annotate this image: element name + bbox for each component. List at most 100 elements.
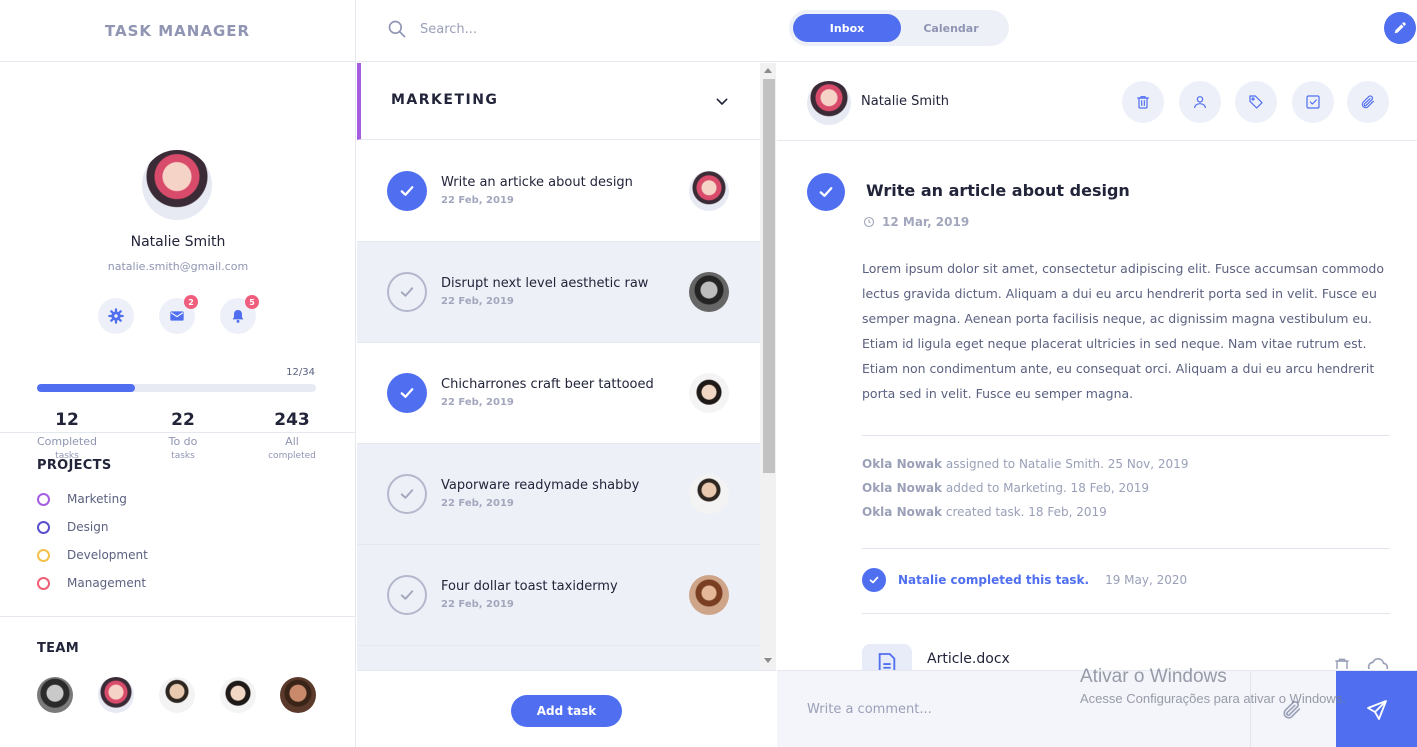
assign-user-button[interactable] (1179, 81, 1221, 123)
task-date: 22 Feb, 2019 (441, 195, 514, 206)
team-title: TEAM (37, 641, 79, 656)
task-row[interactable]: Write an articke about design 22 Feb, 20… (357, 141, 760, 242)
completed-date: 19 May, 2020 (1105, 573, 1188, 587)
task-assignee-avatar (689, 171, 729, 211)
trash-icon (1335, 658, 1349, 669)
task-list-scrollbar[interactable] (760, 63, 776, 670)
check-icon (869, 576, 879, 584)
scroll-up-arrow[interactable] (764, 68, 772, 73)
detail-owner-avatar (807, 81, 851, 125)
profile-card: Natalie Smith natalie.smith@gmail.com 2 (0, 62, 355, 461)
search-icon (388, 20, 406, 38)
stat-value: 22 (171, 410, 195, 430)
task-date: 22 Feb, 2019 (441, 599, 514, 610)
checkbox-icon (1306, 95, 1320, 109)
team-avatar[interactable] (159, 677, 195, 713)
project-color-ring (37, 492, 50, 506)
chevron-down-icon[interactable] (714, 94, 730, 110)
team-avatar[interactable] (220, 677, 256, 713)
cloud-download-icon (1367, 657, 1389, 669)
task-title: Vaporware readymade shabby (441, 478, 640, 493)
project-item-design[interactable]: Design (37, 518, 108, 536)
project-label: Development (67, 548, 148, 562)
app-title: TASK MANAGER (0, 0, 355, 62)
project-item-management[interactable]: Management (37, 574, 146, 592)
detail-owner-name: Natalie Smith (861, 94, 949, 109)
gear-icon (108, 308, 124, 324)
search-input[interactable] (420, 17, 720, 41)
messages-button[interactable]: 2 (159, 295, 198, 334)
comment-attach-button[interactable] (1277, 695, 1307, 725)
add-task-button[interactable]: Add task (511, 695, 622, 727)
tag-icon (1249, 95, 1263, 109)
new-task-button[interactable] (1384, 12, 1416, 44)
task-title: Disrupt next level aesthetic raw (441, 276, 649, 291)
task-row[interactable]: Disrupt next level aesthetic raw 22 Feb,… (357, 242, 760, 343)
task-assignee-avatar (689, 474, 729, 514)
scroll-thumb[interactable] (763, 79, 775, 473)
project-label: Design (67, 520, 109, 534)
pencil-icon (1394, 22, 1406, 34)
task-check-button[interactable] (387, 575, 427, 615)
activity-actor: Okla Nowak (862, 481, 943, 495)
activity-item: Okla Nowak added to Marketing. 18 Feb, 2… (862, 476, 1188, 500)
task-row[interactable]: Vaporware readymade shabby 22 Feb, 2019 (357, 444, 760, 545)
project-color-ring (37, 576, 50, 590)
project-item-development[interactable]: Development (37, 546, 148, 564)
notifications-button[interactable]: 5 (220, 295, 259, 334)
check-icon (400, 287, 414, 297)
task-check-button[interactable] (387, 272, 427, 312)
activity-text: created task. 18 Feb, 2019 (945, 505, 1107, 519)
send-comment-button[interactable] (1336, 671, 1417, 747)
task-check-button[interactable] (387, 171, 427, 211)
project-label: Management (67, 576, 147, 590)
profile-avatar[interactable] (142, 150, 212, 220)
project-title: MARKETING (391, 92, 499, 108)
paperclip-icon (1283, 700, 1301, 719)
task-check-button[interactable] (387, 373, 427, 413)
mark-complete-button[interactable] (1292, 81, 1334, 123)
comment-bar (777, 670, 1417, 747)
task-row[interactable]: Chicharrones craft beer tattooed 22 Feb,… (357, 343, 760, 444)
task-row[interactable]: Four dollar toast taxidermy 22 Feb, 2019 (357, 545, 760, 646)
task-check-button[interactable] (387, 474, 427, 514)
divider (862, 613, 1390, 614)
tab-inbox[interactable]: Inbox (793, 14, 901, 42)
team-avatar[interactable] (98, 677, 134, 713)
document-icon (878, 653, 896, 670)
team-avatar[interactable] (37, 677, 73, 713)
task-list-footer: Add task (357, 670, 776, 747)
settings-button[interactable] (98, 298, 134, 334)
project-header[interactable]: MARKETING (357, 63, 760, 140)
activity-item: Okla Nowak created task. 18 Feb, 2019 (862, 500, 1188, 524)
bell-icon (232, 310, 244, 323)
detail-complete-toggle[interactable] (807, 173, 845, 211)
download-file-button[interactable] (1367, 655, 1389, 669)
file-name[interactable]: Article.docx (927, 651, 1010, 667)
task-assignee-avatar (689, 272, 729, 312)
activity-text: assigned to Natalie Smith. 25 Nov, 2019 (945, 457, 1189, 471)
progress-bar (37, 384, 316, 392)
activity-actor: Okla Nowak (862, 505, 943, 519)
task-assignee-avatar (689, 373, 729, 413)
tab-calendar[interactable]: Calendar (897, 14, 1005, 42)
delete-task-button[interactable] (1122, 81, 1164, 123)
stat-value: 243 (274, 410, 310, 430)
top-bar: Inbox Calendar (357, 0, 1417, 62)
check-icon (819, 187, 833, 197)
activity-text: added to Marketing. 18 Feb, 2019 (945, 481, 1150, 495)
attach-file-button[interactable] (1347, 81, 1389, 123)
delete-file-button[interactable] (1332, 655, 1354, 669)
task-date: 22 Feb, 2019 (441, 397, 514, 408)
comment-input[interactable] (807, 697, 1227, 721)
team-avatar[interactable] (280, 677, 316, 713)
file-thumbnail[interactable] (862, 644, 912, 670)
task-title: Chicharrones craft beer tattooed (441, 377, 654, 392)
tag-button[interactable] (1235, 81, 1277, 123)
project-item-marketing[interactable]: Marketing (37, 490, 127, 508)
trash-icon (1137, 96, 1149, 109)
clock-icon (863, 216, 875, 228)
projects-section: PROJECTS Marketing Design Development Ma… (0, 433, 355, 617)
detail-task-title: Write an article about design (866, 181, 1130, 200)
scroll-down-arrow[interactable] (764, 658, 772, 663)
